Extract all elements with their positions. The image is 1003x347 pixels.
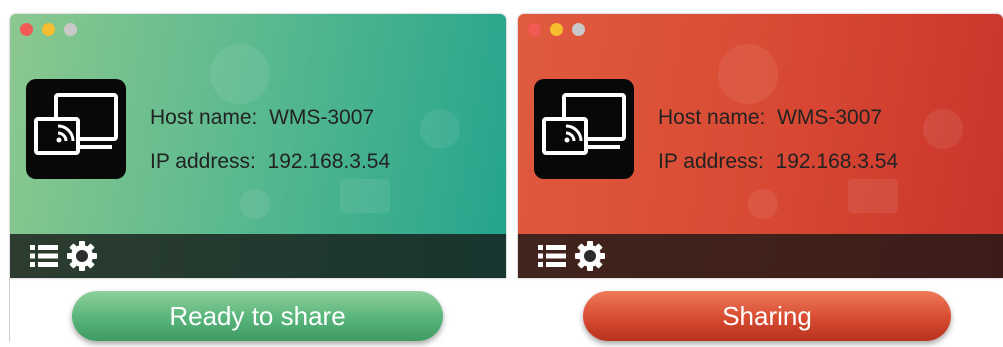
ip-address-label: IP address:	[658, 150, 764, 173]
window-controls	[20, 23, 77, 36]
divider	[9, 278, 10, 342]
background-decoration	[340, 179, 390, 213]
list-icon[interactable]	[538, 244, 566, 273]
gear-icon[interactable]	[67, 241, 97, 276]
ip-address-value: 192.168.3.54	[775, 150, 899, 173]
app-window-ready: Host name: WMS-3007 IP address: 192.168.…	[10, 14, 506, 278]
minimize-window-button[interactable]	[550, 23, 563, 36]
background-decoration	[420, 109, 460, 149]
background-decoration	[923, 109, 963, 149]
screen-cast-icon	[26, 79, 126, 179]
host-info: Host name: WMS-3007 IP address: 192.168.…	[150, 96, 390, 184]
list-icon[interactable]	[30, 244, 58, 273]
ip-address-label: IP address:	[150, 150, 256, 173]
host-name-label: Host name:	[150, 106, 258, 129]
ip-address-row: IP address: 192.168.3.54	[150, 140, 390, 184]
background-decoration	[748, 189, 778, 219]
zoom-window-button[interactable]	[64, 23, 77, 36]
host-name-value: WMS-3007	[777, 106, 883, 129]
host-name-row: Host name: WMS-3007	[658, 96, 898, 140]
ready-to-share-button[interactable]: Ready to share	[72, 291, 443, 341]
gear-icon[interactable]	[575, 241, 605, 276]
close-window-button[interactable]	[528, 23, 541, 36]
screen-cast-icon	[534, 79, 634, 179]
zoom-window-button[interactable]	[572, 23, 585, 36]
close-window-button[interactable]	[20, 23, 33, 36]
app-window-sharing: Host name: WMS-3007 IP address: 192.168.…	[518, 14, 1003, 278]
bottom-toolbar	[518, 234, 1003, 278]
sharing-button[interactable]: Sharing	[583, 291, 951, 341]
background-decoration	[210, 44, 270, 104]
window-controls	[528, 23, 585, 36]
minimize-window-button[interactable]	[42, 23, 55, 36]
host-name-label: Host name:	[658, 106, 766, 129]
ip-address-row: IP address: 192.168.3.54	[658, 140, 898, 184]
background-decoration	[718, 44, 778, 104]
background-decoration	[240, 189, 270, 219]
host-name-row: Host name: WMS-3007	[150, 96, 390, 140]
ip-address-value: 192.168.3.54	[267, 150, 391, 173]
host-info: Host name: WMS-3007 IP address: 192.168.…	[658, 96, 898, 184]
host-name-value: WMS-3007	[269, 106, 375, 129]
bottom-toolbar	[10, 234, 506, 278]
background-decoration	[848, 179, 898, 213]
